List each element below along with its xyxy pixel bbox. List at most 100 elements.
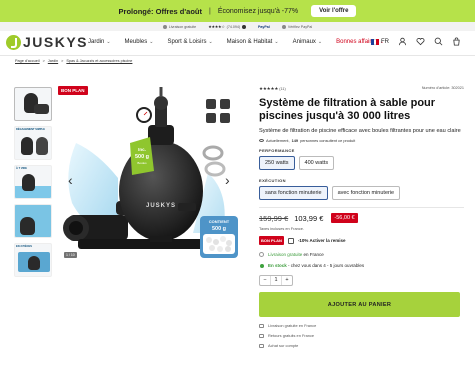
product-title: Système de filtration à sable pour pisci… (259, 97, 436, 122)
previous-image-arrow: ‹ (68, 172, 73, 188)
svg-text:CONTIENT: CONTIENT (209, 219, 230, 224)
trust-bar: Livraison gratuite ★★★★☆ (74.094) PayPal… (0, 22, 475, 31)
deal-badge: BON PLAN (58, 86, 88, 95)
promo-offer-button[interactable]: Voir l'offre (311, 5, 357, 17)
price-row: 159,99 € 103,99 € -56,00 € (259, 213, 464, 223)
add-to-cart-button[interactable]: AJOUTER AU PANIER (259, 292, 460, 317)
slide-counter: 1 / 10 (64, 252, 77, 258)
qty-value[interactable]: 1 (270, 275, 282, 285)
svg-text:Boules: Boules (137, 161, 147, 165)
perk-free-shipping: Livraison gratuite en France (259, 323, 464, 328)
site-header: JUSKYS Jardin ⌄ Meubles ⌄ Sport & Loisirs ⌄… (0, 31, 475, 55)
perk-account-purchase: Achat sur compte (259, 343, 464, 348)
french-flag-icon (371, 38, 380, 45)
performance-label: PERFORMANCE (259, 148, 295, 153)
product-info: ★★★★★ (11) Numéro d'article: 302021 Syst… (259, 86, 464, 353)
site-logo[interactable]: JUSKYS (6, 34, 88, 50)
check-icon (281, 24, 286, 29)
tank-brand-label: JUSKYS (146, 203, 176, 209)
product-subtitle: Système de filtration de piscine efficac… (259, 128, 461, 134)
thumbnail[interactable] (14, 87, 52, 121)
breadcrumb-home[interactable]: Page d'accueil (15, 59, 40, 63)
old-price: 159,99 € (259, 213, 289, 223)
gallery-thumbnails: DÉGAGEMENT SIMPLE À T VIDE EN 3 PIÈCES (14, 87, 56, 282)
svg-text:500 g: 500 g (135, 154, 149, 160)
promo-title: Prolongé: Offres d'août (118, 6, 202, 16)
nav-sport-loisirs[interactable]: Sport & Loisirs ⌄ (167, 39, 212, 45)
return-icon (259, 333, 264, 338)
stock-info: En stock - chez vous dans 4 - 5 jours ou… (259, 263, 464, 268)
truck-icon (162, 24, 167, 29)
free-shipping-info: Livraison gratuite en France (259, 252, 464, 257)
option-250-watts[interactable]: 250 watts (259, 156, 295, 170)
thumbnail[interactable]: DÉGAGEMENT SIMPLE (14, 126, 52, 160)
svg-text:Inc.: Inc. (138, 147, 146, 152)
thumbnail[interactable]: À T VIDE (14, 165, 52, 199)
trust-verify: Vérifiez PayPal (281, 24, 312, 29)
cart-icon[interactable] (452, 37, 461, 46)
breadcrumb-jardin[interactable]: Jardin (48, 59, 58, 63)
svg-text:500 g: 500 g (212, 226, 226, 232)
perks-list: Livraison gratuite en France Retours gra… (259, 323, 464, 348)
promo-separator: | (208, 7, 211, 15)
logo-icon (6, 34, 21, 50)
execution-options: sans fonction minuterie avec fonction mi… (259, 186, 464, 200)
section-divider (259, 207, 464, 208)
shipping-icon (242, 24, 247, 29)
header-divider (0, 55, 475, 56)
truck-icon (259, 323, 264, 328)
option-with-timer[interactable]: avec fonction minuterie (331, 186, 401, 200)
qty-increase-button[interactable]: + (282, 277, 292, 283)
discount-badge: -56,00 € (331, 213, 358, 223)
nav-meubles[interactable]: Meubles ⌄ (125, 39, 154, 45)
discount-label[interactable]: -10% Activer la remise (298, 238, 346, 243)
rating-stars: ★★★★★ (259, 86, 279, 91)
eye-icon (259, 139, 264, 142)
promo-text: Économisez jusqu'à -77% (217, 7, 299, 15)
nav-jardin[interactable]: Jardin ⌄ (88, 39, 111, 45)
trust-free-shipping: Livraison gratuite (162, 24, 196, 29)
tax-note: Taxes incluses en France. (259, 226, 304, 231)
trust-paypal: PayPal (258, 25, 270, 29)
in-stock-dot-icon (259, 263, 264, 268)
main-nav: Jardin ⌄ Meubles ⌄ Sport & Loisirs ⌄ Maison… (88, 39, 384, 45)
invoice-icon (259, 343, 264, 348)
nav-maison-habitat[interactable]: Maison & Habitat ⌄ (227, 39, 279, 45)
chevron-down-icon: ⌄ (106, 39, 111, 45)
discount-checkbox[interactable] (287, 237, 294, 244)
qty-decrease-button[interactable]: − (260, 277, 270, 283)
trust-rating: ★★★★☆ (74.094) (208, 24, 247, 29)
language-switcher[interactable]: FR (371, 38, 389, 45)
chevron-down-icon: ⌄ (274, 39, 279, 45)
option-without-timer[interactable]: sans fonction minuterie (259, 186, 328, 200)
shipping-radio-icon (259, 252, 264, 257)
chevron-down-icon: ⌄ (149, 39, 154, 45)
breadcrumb-spas[interactable]: Spas & Jacuzzis et accessoires piscine (66, 59, 132, 63)
paypal-logo: PayPal (258, 24, 270, 29)
user-icon[interactable] (398, 37, 407, 46)
bonplan-badge: BON PLAN (259, 236, 284, 245)
search-icon[interactable] (434, 37, 443, 46)
nav-animaux[interactable]: Animaux ⌄ (293, 39, 323, 45)
breadcrumb: Page d'accueil > Jardin > Spas & Jacuzzis … (15, 59, 133, 63)
execution-label: EXÉCUTION (259, 178, 286, 183)
rating-row: ★★★★★ (11) Numéro d'article: 302021 (259, 86, 464, 92)
option-400-watts[interactable]: 400 watts (298, 156, 335, 170)
product-main-image[interactable]: JUSKYS Inc. 500 g Boules CONTIENT 500 g … (58, 83, 243, 263)
chevron-down-icon: ⌄ (317, 39, 323, 45)
article-number: Numéro d'article: 302021 (421, 86, 464, 90)
quantity-stepper[interactable]: − 1 + (259, 274, 293, 286)
heart-icon[interactable] (416, 37, 425, 46)
header-icons: FR (371, 37, 461, 46)
chevron-down-icon: ⌄ (208, 39, 213, 45)
perk-free-returns: Retours gratuits en France (259, 333, 464, 338)
performance-options: 250 watts 400 watts (259, 156, 464, 170)
review-count: (11) (279, 87, 286, 91)
thumbnail[interactable]: EN 3 PIÈCES (14, 243, 52, 277)
promo-banner: Prolongé: Offres d'août | Économisez jus… (0, 0, 475, 22)
bonplan-row: BON PLAN -10% Activer la remise (259, 236, 464, 245)
rating-stars: ★★★★☆ (208, 24, 225, 29)
thumbnail[interactable] (14, 204, 52, 238)
product-rating[interactable]: ★★★★★ (11) (259, 86, 286, 92)
current-price: 103,99 € (294, 213, 324, 223)
